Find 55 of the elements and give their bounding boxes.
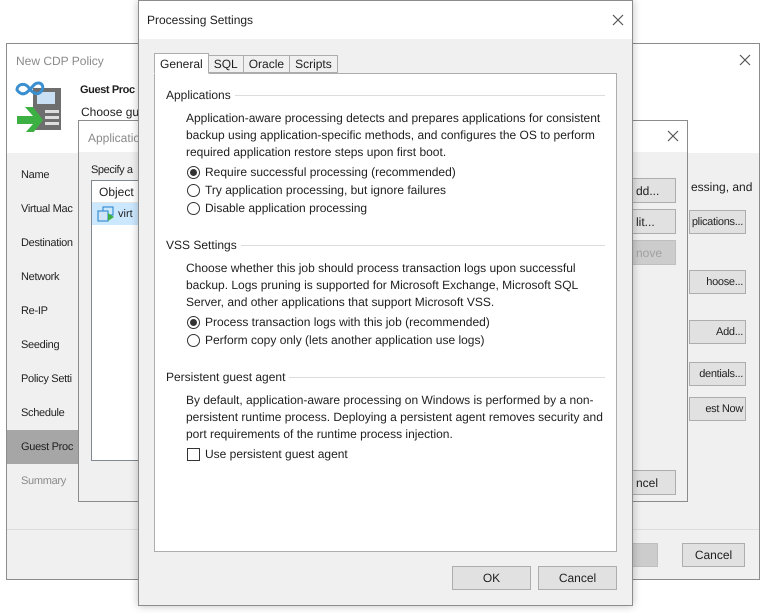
radio-button[interactable] [187,166,200,178]
checkbox[interactable] [187,448,200,460]
radio-label: Process transaction logs with this job (recommended) [205,314,490,331]
tab[interactable]: Oracle [244,55,290,73]
description-text: essing, and [691,179,752,196]
list-button[interactable]: lit... [632,209,676,234]
row-label: virt [118,206,133,222]
prompt-text: Specify a [91,163,133,178]
wizard-step[interactable]: Policy Setti [7,362,79,396]
wizard-step[interactable]: Virtual Mac [7,192,79,226]
window-title: New CDP Policy [16,53,104,70]
tab[interactable]: SQL [208,55,244,73]
dialog-title: Processing Settings [147,12,254,29]
vm-icon [97,206,115,222]
close-icon[interactable] [739,54,751,66]
radio-button[interactable] [187,202,200,214]
radio-label: Try application processing, but ignore failures [205,182,446,199]
side-button[interactable]: dentials... [689,362,746,386]
radio-button[interactable] [187,316,200,328]
list-button[interactable]: dd... [632,178,676,203]
wizard-step[interactable]: Guest Proc [7,430,79,464]
side-button[interactable]: Add... [689,320,746,344]
description-text: Application-aware processing detects and prepares applications for consistent backup using application-specific methods, and configures the OS to perform required application restore steps upon first boot. [186,110,602,161]
wizard-step[interactable]: Schedule [7,396,79,430]
footer-button[interactable]: Cancel [682,543,745,567]
radio-label: Disable application processing [205,200,368,217]
tab[interactable]: Scripts [290,55,338,73]
wizard-step[interactable]: Re-IP [7,294,79,328]
close-icon[interactable] [667,130,679,142]
wizard-step[interactable]: Name [7,158,79,192]
side-button[interactable]: hoose... [689,270,746,294]
description-text: By default, application-aware processing on Windows is performed by a non-persistent runtime process. Deploying a persistent agent removes security and port requirements of the runtime process injection. [186,392,604,443]
page-subheading: Choose gu [81,104,140,121]
section-title: VSS Settings [166,237,237,254]
side-button[interactable]: plications... [689,210,746,234]
window-title: Applicatio [88,130,140,147]
dialog-button[interactable]: OK [452,566,531,590]
section-title: Applications [166,87,231,104]
wizard-step[interactable]: Network [7,260,79,294]
side-button[interactable]: est Now [689,397,746,421]
radio-label: Require successful processing (recommended) [205,164,456,181]
section-title: Persistent guest agent [166,369,286,386]
list-row[interactable]: virt [92,203,138,225]
radio-label: Perform copy only (lets another application use logs) [205,332,484,349]
page-heading: Guest Proc [80,83,135,98]
checkbox-label: Use persistent guest agent [205,446,348,463]
description-text: Choose whether this job should process transaction logs upon successful backup. Logs pruning is supported for Microsoft Exchange, Microsoft SQL Server, and other applications that support Microsoft VSS. [186,260,579,311]
dialog-button[interactable]: ncel [632,470,676,495]
radio-button[interactable] [187,334,200,346]
wizard-step[interactable]: Seeding [7,328,79,362]
close-icon[interactable] [612,14,624,26]
tab[interactable]: General [154,53,209,74]
wizard-step[interactable]: Destination [7,226,79,260]
dialog-button[interactable]: Cancel [538,566,617,590]
radio-button[interactable] [187,184,200,196]
